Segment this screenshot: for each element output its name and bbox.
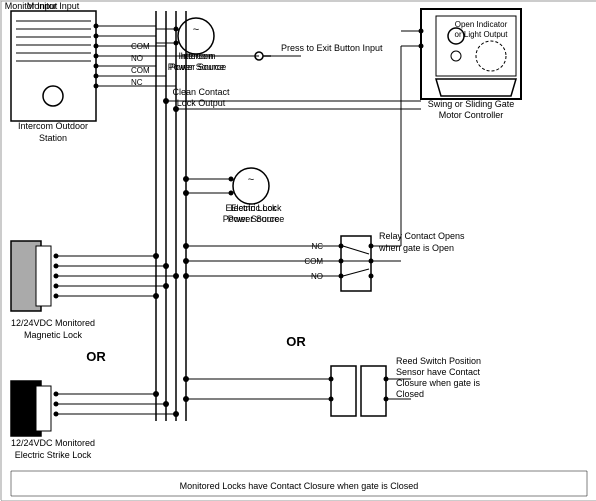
svg-text:NO: NO xyxy=(311,272,323,281)
svg-text:Open Indicator: Open Indicator xyxy=(455,20,508,29)
svg-text:Magnetic Lock: Magnetic Lock xyxy=(24,330,83,340)
svg-text:COM: COM xyxy=(131,66,150,75)
svg-text:OR: OR xyxy=(86,349,106,364)
svg-text:Power Source: Power Source xyxy=(170,62,227,72)
svg-text:NC: NC xyxy=(311,242,323,251)
svg-text:NO: NO xyxy=(131,54,143,63)
svg-text:Clean Contact: Clean Contact xyxy=(172,87,230,97)
svg-text:OR: OR xyxy=(286,334,306,349)
svg-text:Intercom: Intercom xyxy=(180,51,215,61)
svg-text:Motor Controller: Motor Controller xyxy=(439,110,504,120)
svg-text:Electric Strike Lock: Electric Strike Lock xyxy=(15,450,92,460)
svg-text:~: ~ xyxy=(248,174,254,186)
svg-text:Relay Contact Opens: Relay Contact Opens xyxy=(379,231,465,241)
svg-text:12/24VDC Monitored: 12/24VDC Monitored xyxy=(11,438,95,448)
svg-text:when gate is Open: when gate is Open xyxy=(378,243,454,253)
svg-text:or Light Output: or Light Output xyxy=(455,30,509,39)
svg-text:Monitored Locks have Contact C: Monitored Locks have Contact Closure whe… xyxy=(180,481,419,491)
svg-text:Sensor have Contact: Sensor have Contact xyxy=(396,367,481,377)
svg-text:COM: COM xyxy=(131,42,150,51)
svg-text:Press to Exit Button Input: Press to Exit Button Input xyxy=(281,43,383,53)
svg-text:NC: NC xyxy=(131,78,143,87)
svg-text:Power Source: Power Source xyxy=(228,214,285,224)
svg-text:~: ~ xyxy=(193,24,199,36)
svg-text:Closed: Closed xyxy=(396,389,424,399)
svg-text:Intercom Outdoor: Intercom Outdoor xyxy=(18,121,88,131)
svg-text:Reed Switch Position: Reed Switch Position xyxy=(396,356,481,366)
wiring-diagram: Monitor Input ~ Intercom Power Source CO… xyxy=(0,0,596,500)
svg-text:Closure when gate is: Closure when gate is xyxy=(396,378,481,388)
svg-text:12/24VDC Monitored: 12/24VDC Monitored xyxy=(11,318,95,328)
svg-text:Station: Station xyxy=(39,133,67,143)
svg-text:COM: COM xyxy=(304,257,323,266)
svg-text:Electric Lock: Electric Lock xyxy=(230,203,282,213)
svg-text:Monitor Input: Monitor Input xyxy=(27,1,80,11)
svg-text:Swing or Sliding Gate: Swing or Sliding Gate xyxy=(428,99,515,109)
svg-text:Lock Output: Lock Output xyxy=(177,98,226,108)
